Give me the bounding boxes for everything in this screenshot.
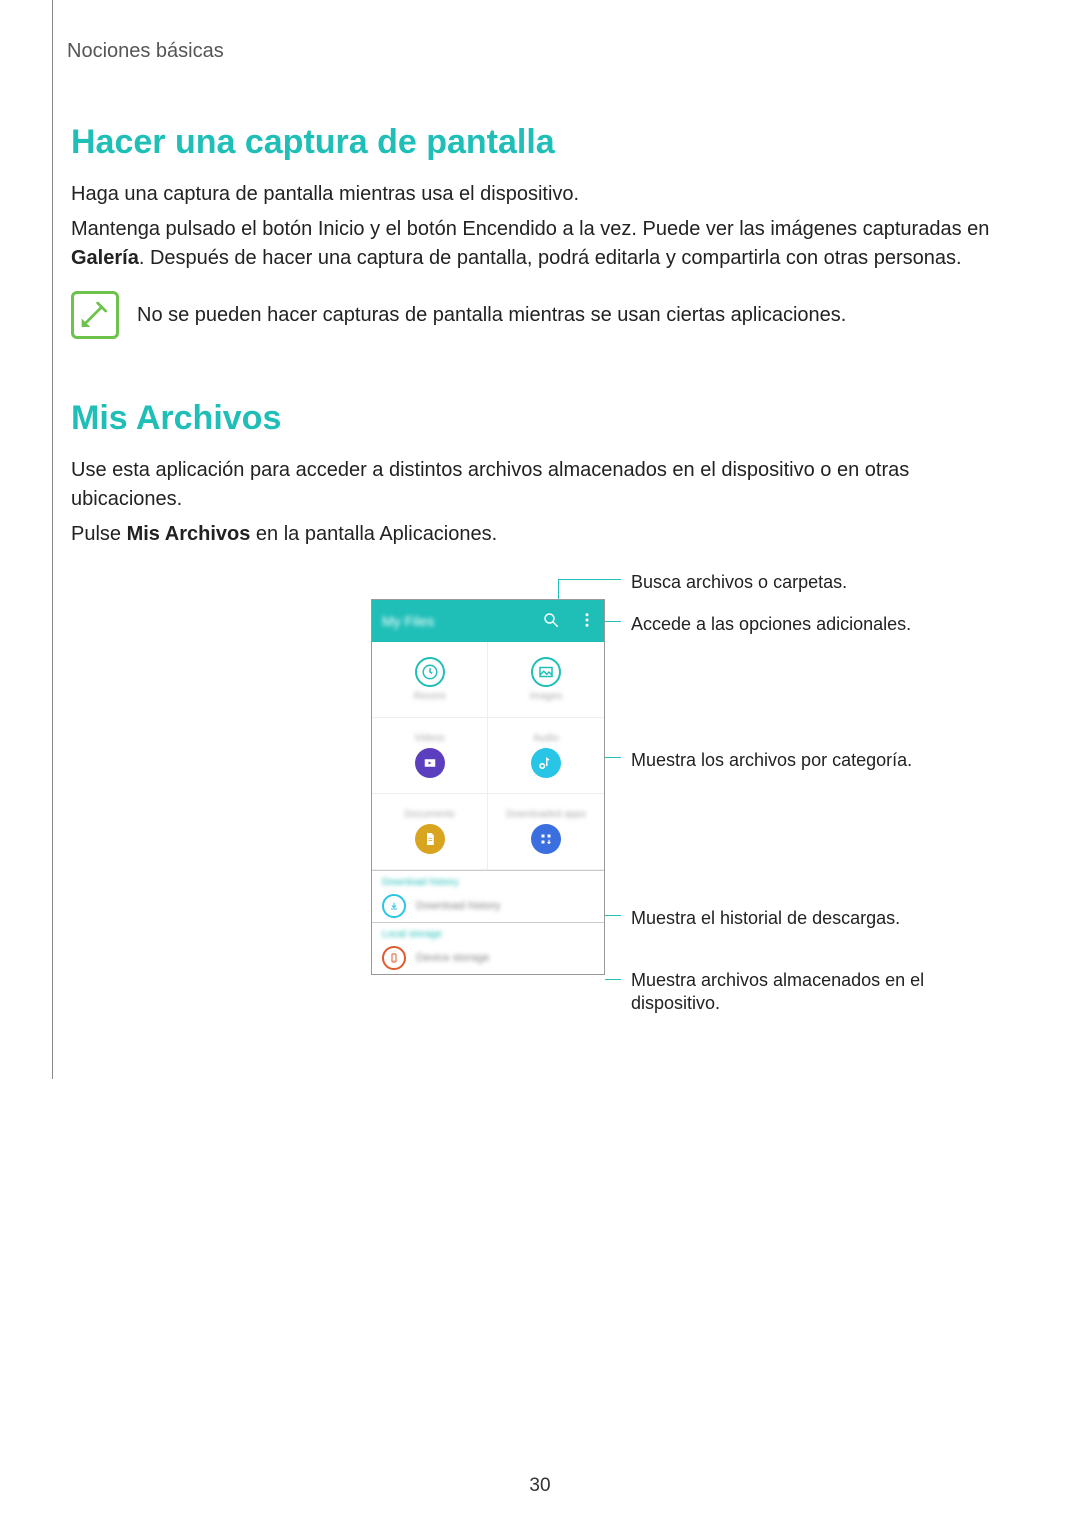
clock-icon [415,657,445,687]
category-downloaded-apps[interactable]: Downloaded apps [488,794,604,870]
text-fragment: Mantenga pulsado el botón Inicio y el bo… [71,218,989,240]
phone-appbar: My Files [372,600,604,642]
bold-text: Galería [71,247,139,269]
category-label: Images [530,691,563,702]
music-icon [531,748,561,778]
search-icon[interactable] [542,611,560,632]
row-label: Device storage [416,952,489,964]
heading-screenshot: Hacer una captura de pantalla [71,123,1032,162]
category-label: Recent [414,691,446,702]
phone-title: My Files [382,613,434,629]
phone-header-icons [542,600,596,642]
category-label: Downloaded apps [506,809,586,820]
category-documents[interactable]: Documents [372,794,488,870]
body-text: Use esta aplicación para acceder a disti… [71,456,991,514]
heading-myfiles: Mis Archivos [71,399,1032,438]
download-icon [382,894,406,918]
running-header: Nociones básicas [67,40,1032,63]
leader-line [605,915,621,916]
callout-download: Muestra el historial de descargas. [631,907,900,930]
phone-mock: My Files Recent [371,599,605,975]
device-storage-row[interactable]: Device storage [382,946,594,970]
callout-category: Muestra los archivos por categoría. [631,749,912,772]
category-grid: Recent Images Videos Audio [372,642,604,871]
bold-text: Mis Archivos [127,523,251,545]
note-icon [71,291,119,339]
category-recent[interactable]: Recent [372,642,488,718]
category-images[interactable]: Images [488,642,604,718]
download-history-row[interactable]: Download history [382,894,594,918]
page-content: Nociones básicas Hacer una captura de pa… [52,0,1032,1079]
more-icon[interactable] [578,611,596,632]
apps-download-icon [531,824,561,854]
category-label: Audio [533,733,559,744]
device-icon [382,946,406,970]
local-storage-section: Local storage Device storage [372,923,604,974]
text-fragment: Pulse [71,523,127,545]
callout-search: Busca archivos o carpetas. [631,571,847,594]
page-number: 30 [0,1475,1080,1497]
section-header: Local storage [382,929,594,940]
body-text: Haga una captura de pantalla mientras us… [71,180,991,209]
download-history-section: Download history Download history [372,871,604,923]
callout-device: Muestra archivos almacenados en el dispo… [631,969,981,1016]
video-icon [415,748,445,778]
category-videos[interactable]: Videos [372,718,488,794]
document-icon [415,824,445,854]
text-fragment: en la pantalla Aplicaciones. [250,523,497,545]
body-text: Mantenga pulsado el botón Inicio y el bo… [71,215,991,273]
leader-line [558,579,559,599]
category-audio[interactable]: Audio [488,718,604,794]
note-text: No se pueden hacer capturas de pantalla … [137,301,846,330]
leader-line [605,757,621,758]
note-block: No se pueden hacer capturas de pantalla … [71,291,1032,339]
leader-line [605,979,621,980]
leader-line [558,579,621,580]
row-label: Download history [416,900,500,912]
category-label: Videos [414,733,444,744]
callout-options: Accede a las opciones adicionales. [631,613,911,636]
figure: Busca archivos o carpetas. Accede a las … [71,579,991,1079]
body-text: Pulse Mis Archivos en la pantalla Aplica… [71,520,991,549]
category-label: Documents [404,809,455,820]
text-fragment: . Después de hacer una captura de pantal… [139,247,962,269]
image-icon [531,657,561,687]
section-header: Download history [382,877,594,888]
